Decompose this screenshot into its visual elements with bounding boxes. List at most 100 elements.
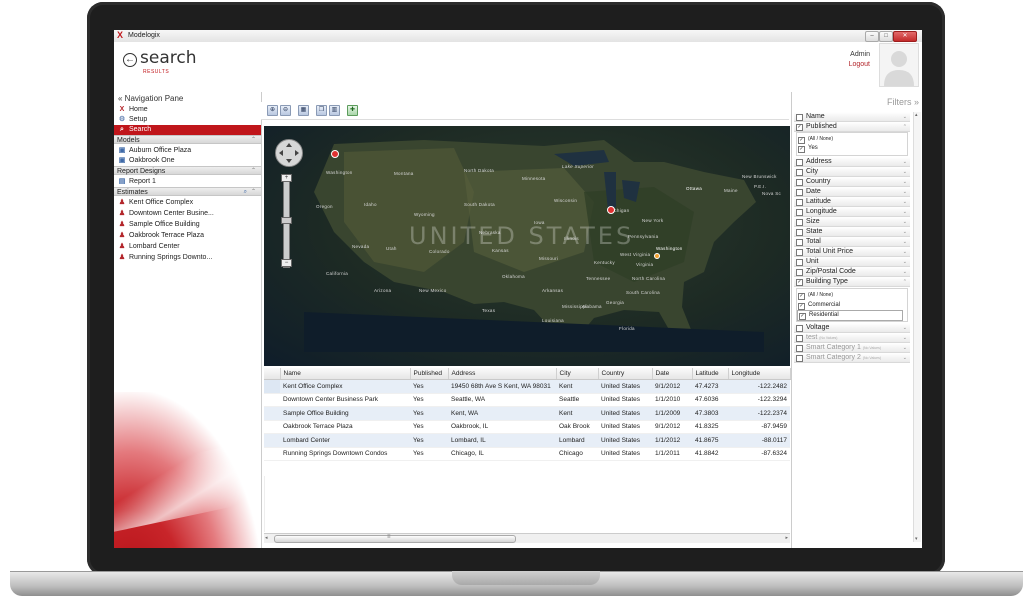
filter-option[interactable]: ✓ Commercial	[797, 301, 908, 310]
minimize-button[interactable]: –	[865, 31, 879, 42]
nav-item-estimate[interactable]: ♟ Oakbrook Terrace Plaza	[114, 231, 261, 241]
zoom-minus-icon[interactable]: −	[281, 259, 292, 267]
filter-option[interactable]: ✓ Yes	[797, 144, 908, 153]
row-selector[interactable]	[264, 406, 280, 421]
export-icon[interactable]: ▥	[329, 105, 340, 116]
close-button[interactable]: ✕	[893, 31, 917, 42]
map-view[interactable]: Washington Montana North Dakota Minnesot…	[264, 126, 790, 366]
zoom-plus-icon[interactable]: +	[281, 174, 292, 182]
checkbox[interactable]: ✓	[798, 137, 805, 144]
column-header[interactable]: City	[556, 368, 599, 380]
add-icon[interactable]: ✚	[347, 105, 358, 116]
nav-item-estimate[interactable]: ♟ Kent Office Complex	[114, 198, 261, 208]
filter-field[interactable]: Unit ⌄	[794, 257, 910, 267]
models-section-header[interactable]: Models ⌃	[114, 135, 261, 144]
map-pin-icon[interactable]	[331, 150, 339, 158]
table-row[interactable]: Oakbrook Terrace Plaza Yes Oakbrook, IL …	[264, 420, 790, 434]
filter-field[interactable]: ✓ Published ⌃	[794, 122, 910, 132]
checkbox[interactable]	[796, 169, 803, 176]
nav-item-setup[interactable]: ⚙ Setup	[114, 115, 261, 125]
filter-field[interactable]: test (No Values) ⌄	[794, 333, 910, 343]
report-designs-section-header[interactable]: Report Designs ⌃	[114, 166, 261, 175]
scroll-up-icon[interactable]: ▴	[915, 112, 918, 118]
column-header[interactable]: Address	[448, 368, 557, 380]
scrollbar-thumb[interactable]: ≡	[274, 534, 516, 543]
checkbox[interactable]	[796, 239, 803, 246]
column-header[interactable]: Country	[598, 368, 653, 380]
filter-field[interactable]: Smart Category 2 (No Values) ⌄	[794, 353, 910, 363]
nav-item-home[interactable]: X Home	[114, 105, 261, 115]
checkbox[interactable]: ✓	[798, 293, 805, 300]
checkbox[interactable]	[796, 114, 803, 121]
checkbox[interactable]	[796, 199, 803, 206]
row-selector[interactable]	[264, 393, 280, 407]
filter-field[interactable]: Size ⌄	[794, 217, 910, 227]
nav-pane-title[interactable]: « Navigation Pane	[118, 94, 183, 103]
checkbox[interactable]: ✓	[796, 124, 803, 131]
nav-item-estimate[interactable]: ♟ Running Springs Downto...	[114, 253, 261, 263]
scroll-right-icon[interactable]: ▸	[785, 535, 788, 541]
nav-item-estimate[interactable]: ♟ Sample Office Building	[114, 220, 261, 230]
vertical-scrollbar[interactable]: ▴ ▾	[913, 112, 921, 542]
filter-option[interactable]: ✓ Residential	[797, 310, 903, 321]
filter-field[interactable]: Zip/Postal Code ⌄	[794, 267, 910, 277]
filter-option[interactable]: ✓ (All / None)	[797, 291, 908, 300]
table-row[interactable]: Kent Office Complex Yes 19450 68th Ave S…	[264, 379, 790, 394]
scroll-down-icon[interactable]: ▾	[915, 536, 918, 542]
avatar[interactable]	[879, 43, 919, 87]
checkbox[interactable]: ✓	[798, 146, 805, 153]
row-selector[interactable]	[264, 379, 280, 394]
filter-field[interactable]: Address ⌄	[794, 157, 910, 167]
checkbox[interactable]: ✓	[796, 279, 803, 286]
estimates-section-header[interactable]: Estimates ⌕ ⌃	[114, 187, 261, 196]
back-arrow-icon[interactable]: ←	[123, 53, 137, 67]
checkbox[interactable]	[796, 325, 803, 332]
checkbox[interactable]	[796, 189, 803, 196]
filter-field[interactable]: Total Unit Price ⌄	[794, 247, 910, 257]
checkbox[interactable]	[796, 269, 803, 276]
filter-field[interactable]: ✓ Building Type ⌃	[794, 277, 910, 287]
zoom-out-icon[interactable]: ⊖	[280, 105, 291, 116]
filter-field[interactable]: Date ⌄	[794, 187, 910, 197]
row-selector[interactable]	[264, 420, 280, 434]
filter-field[interactable]: Longitude ⌄	[794, 207, 910, 217]
nav-item-estimate[interactable]: ♟ Downtown Center Busine...	[114, 209, 261, 219]
table-row[interactable]: Downtown Center Business Park Yes Seattl…	[264, 393, 790, 407]
filter-field[interactable]: City ⌄	[794, 167, 910, 177]
nav-item-search[interactable]: ⌕ Search	[114, 125, 261, 135]
table-row[interactable]: Lombard Center Yes Lombard, IL Lombard U…	[264, 433, 790, 448]
table-row[interactable]: Running Springs Downtown Condos Yes Chic…	[264, 447, 790, 461]
checkbox[interactable]	[796, 179, 803, 186]
filter-field[interactable]: Total ⌄	[794, 237, 910, 247]
nav-item-report[interactable]: ▤ Report 1	[114, 177, 261, 187]
horizontal-scrollbar[interactable]: ◂ ≡ ▸	[264, 533, 790, 543]
nav-item-estimate[interactable]: ♟ Lombard Center	[114, 242, 261, 252]
filter-field[interactable]: Smart Category 1 (No Values) ⌄	[794, 343, 910, 353]
filter-option[interactable]: ✓ (All / None)	[797, 135, 908, 144]
scroll-left-icon[interactable]: ◂	[265, 535, 268, 541]
maximize-button[interactable]: □	[879, 31, 893, 42]
checkbox[interactable]	[796, 209, 803, 216]
column-header[interactable]: Published	[410, 368, 449, 380]
column-header[interactable]: Longitude	[728, 368, 791, 380]
checkbox[interactable]	[796, 259, 803, 266]
map-pin-icon[interactable]	[607, 206, 615, 214]
nav-item-model[interactable]: ▣ Oakbrook One	[114, 156, 261, 166]
search-icon[interactable]: ⌕	[244, 188, 247, 197]
checkbox[interactable]: ✓	[798, 303, 805, 310]
checkbox[interactable]	[796, 355, 803, 362]
checkbox[interactable]	[796, 229, 803, 236]
pan-control[interactable]	[275, 139, 303, 167]
filter-field[interactable]: Name ⌄	[794, 112, 910, 122]
checkbox[interactable]	[796, 249, 803, 256]
row-selector[interactable]	[264, 447, 280, 461]
checkbox[interactable]	[796, 159, 803, 166]
row-selector[interactable]	[264, 433, 280, 448]
nav-item-model[interactable]: ▣ Auburn Office Plaza	[114, 146, 261, 156]
checkbox[interactable]: ✓	[799, 313, 806, 320]
checkbox[interactable]	[796, 345, 803, 352]
filter-field[interactable]: Latitude ⌄	[794, 197, 910, 207]
zoom-thumb[interactable]	[281, 217, 292, 224]
checkbox[interactable]	[796, 335, 803, 342]
column-header[interactable]: Name	[280, 368, 411, 380]
